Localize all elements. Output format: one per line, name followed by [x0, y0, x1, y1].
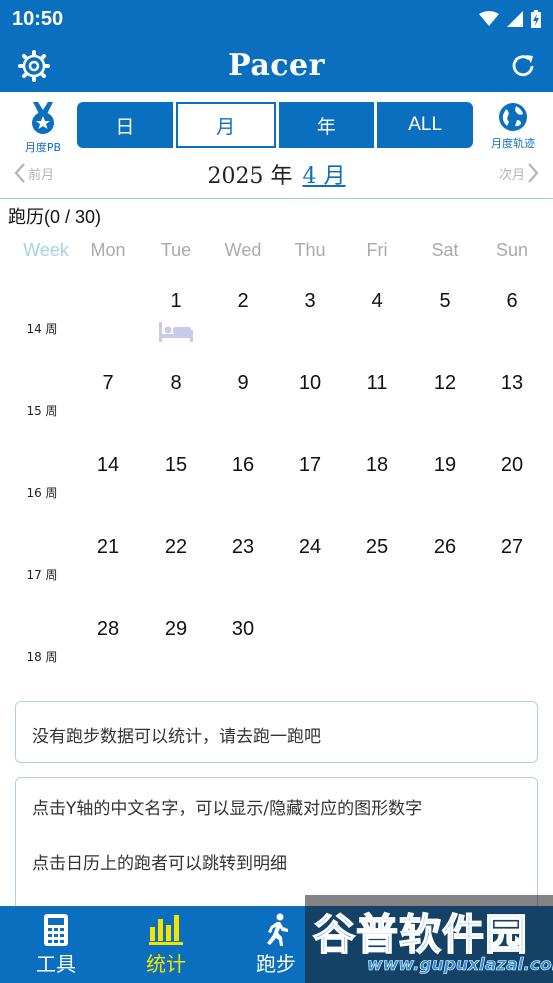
week-column-header: Week: [23, 240, 69, 260]
weekday-header: Week Mon Tue Wed Thu Fri Sat Sun: [0, 240, 553, 266]
chevron-right-icon: [528, 163, 539, 183]
calendar-day[interactable]: 3: [304, 290, 315, 313]
nav-stats-label: 统计: [146, 952, 186, 976]
empty-stats-card: 没有跑步数据可以统计，请去跑一跑吧: [15, 701, 538, 763]
calendar-grid: 1 2 3 4 5 6 7 8 9 10 11 12 13 14 15 16 17 18 19 20 21 22 23 24 2…: [0, 280, 553, 690]
nav-tools[interactable]: 工具: [6, 912, 106, 977]
calendar-day[interactable]: 7: [102, 372, 113, 395]
calendar-day[interactable]: 26: [434, 536, 456, 559]
calendar-day[interactable]: 14: [97, 454, 119, 477]
calendar-day[interactable]: 10: [299, 372, 321, 395]
calendar-day[interactable]: 4: [371, 290, 382, 313]
status-time: 10:50: [12, 7, 64, 30]
app-title: Pacer: [228, 47, 325, 83]
calendar-day[interactable]: 2: [237, 290, 248, 313]
tab-day[interactable]: 日: [77, 102, 173, 148]
calendar-day[interactable]: 24: [299, 536, 321, 559]
runner-icon: [267, 913, 288, 946]
calendar-day[interactable]: 27: [501, 536, 523, 559]
calendar-day[interactable]: 21: [97, 536, 119, 559]
calendar-day[interactable]: 1: [170, 290, 181, 313]
tip-text: 点击日历上的跑者可以跳转到明细: [32, 854, 287, 874]
watermark-url: www.gupuxlazal.com: [367, 955, 553, 976]
week-number-label: 17 周: [26, 568, 58, 582]
calendar-day[interactable]: 25: [366, 536, 388, 559]
month-title: 2025 年 4 月: [0, 158, 553, 190]
wifi-icon: [479, 11, 499, 26]
signal-icon: [507, 11, 523, 27]
monthly-pb-label: 月度PB: [24, 141, 62, 154]
week-number-label: 18 周: [26, 650, 58, 664]
calendar-day[interactable]: 6: [506, 290, 517, 313]
tab-all[interactable]: ALL: [377, 102, 473, 148]
nav-stats[interactable]: 统计: [116, 912, 216, 977]
tab-month[interactable]: 月: [175, 102, 276, 148]
next-month-button[interactable]: 次月: [499, 162, 539, 184]
calendar-day[interactable]: 17: [299, 454, 321, 477]
calendar-day[interactable]: 18: [366, 454, 388, 477]
month-navigator: 前月 2025 年4 月 次月: [0, 156, 553, 196]
calendar-day[interactable]: 9: [237, 372, 248, 395]
watermark-text: 谷普软件园: [312, 909, 529, 960]
calendar-heading: 跑历(0 / 30): [8, 207, 102, 227]
weekday-header-thu: Thu: [294, 240, 326, 260]
weekday-header-fri: Fri: [366, 240, 388, 260]
globe-icon: [499, 103, 527, 131]
divider: [0, 198, 553, 199]
watermark: 谷普软件园 www.gupuxlazal.com: [305, 895, 553, 983]
year-text: 2025 年: [207, 164, 293, 189]
nav-tools-label: 工具: [36, 952, 76, 976]
calendar-day[interactable]: 11: [367, 372, 388, 395]
month-selector-link[interactable]: 4 月: [302, 164, 345, 189]
app-bar: Pacer: [0, 38, 553, 92]
status-bar: 10:50: [0, 0, 553, 38]
weekday-header-sat: Sat: [431, 240, 459, 260]
week-number-label: 15 周: [26, 404, 58, 418]
battery-icon: [531, 10, 541, 28]
calendar-day[interactable]: 28: [97, 618, 119, 641]
calendar-day[interactable]: 8: [170, 372, 181, 395]
calendar-day[interactable]: 5: [439, 290, 450, 313]
calendar-day[interactable]: 23: [232, 536, 254, 559]
weekday-header-mon: Mon: [90, 240, 126, 260]
gear-icon[interactable]: [18, 50, 50, 82]
calendar-day[interactable]: 16: [232, 454, 254, 477]
calendar-day[interactable]: 20: [501, 454, 523, 477]
calendar-day[interactable]: 13: [501, 372, 523, 395]
empty-stats-text: 没有跑步数据可以统计，请去跑一跑吧: [32, 727, 321, 747]
bar-chart-icon: [149, 915, 183, 945]
calendar-day[interactable]: 19: [434, 454, 456, 477]
range-tabs-row: 月度PB 日 月 年 ALL 月度轨迹: [0, 96, 553, 158]
tip-text: 点击Y轴的中文名字，可以显示/隐藏对应的图形数字: [32, 799, 423, 819]
monthly-track-label: 月度轨迹: [491, 137, 535, 150]
weekday-header-sun: Sun: [495, 240, 529, 260]
monthly-track-button[interactable]: 月度轨迹: [483, 102, 543, 151]
weekday-header-wed: Wed: [224, 240, 262, 260]
calendar-day[interactable]: 30: [232, 618, 254, 641]
calendar-day[interactable]: 12: [434, 372, 456, 395]
bed-icon: [159, 322, 193, 342]
app-root: 10:50 Pacer 月度PB 日 月 年 ALL 月度轨迹 前月 2025 …: [0, 0, 553, 983]
weekday-header-tue: Tue: [160, 240, 192, 260]
calendar-day[interactable]: 15: [165, 454, 187, 477]
medal-icon: [32, 102, 54, 134]
calculator-icon: [44, 914, 68, 946]
monthly-pb-button[interactable]: 月度PB: [18, 102, 68, 155]
tab-year[interactable]: 年: [278, 102, 375, 148]
week-number-label: 16 周: [26, 486, 58, 500]
calendar-day[interactable]: 22: [165, 536, 187, 559]
refresh-icon[interactable]: [507, 50, 539, 82]
calendar-day[interactable]: 29: [165, 618, 187, 641]
range-segmented-control: 日 月 年 ALL: [77, 102, 473, 148]
status-icons: [479, 10, 541, 28]
week-number-label: 14 周: [26, 322, 58, 336]
next-month-label: 次月: [498, 167, 525, 183]
